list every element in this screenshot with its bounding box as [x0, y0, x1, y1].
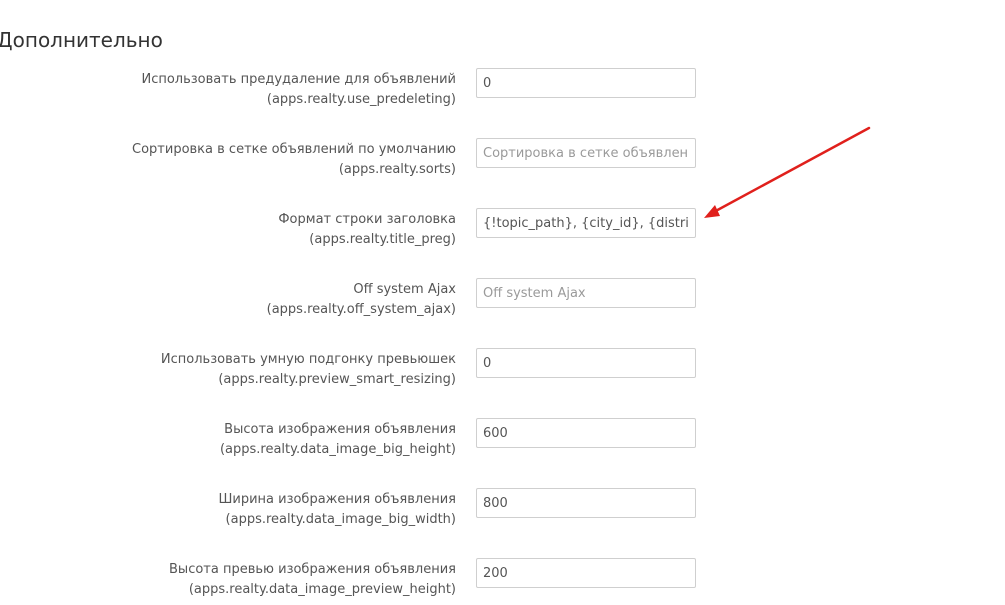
preview-smart-resizing-input[interactable] — [476, 348, 696, 378]
field-label: Использовать умную подгонку превьюшек (a… — [161, 350, 456, 390]
field-label: Off system Ajax (apps.realty.off_system_… — [267, 280, 456, 320]
field-key-text: (apps.realty.data_image_big_height) — [219, 442, 456, 457]
form-row-off-system-ajax: Off system Ajax (apps.realty.off_system_… — [0, 278, 1005, 322]
field-key-text: (apps.realty.use_predeleting) — [266, 92, 456, 107]
form-row-sorts: Сортировка в сетке объявлений по умолчан… — [0, 138, 1005, 182]
form-row-use-predeleting: Использовать предудаление для объявлений… — [0, 68, 1005, 112]
field-label-text: Высота превью изображения объявления — [169, 562, 456, 577]
field-label: Использовать предудаление для объявлений… — [141, 70, 456, 110]
field-label: Сортировка в сетке объявлений по умолчан… — [132, 140, 456, 180]
form-row-image-big-height: Высота изображения объявления (apps.real… — [0, 418, 1005, 462]
field-label-text: Использовать умную подгонку превьюшек — [160, 352, 456, 367]
image-preview-height-input[interactable] — [476, 558, 696, 588]
form-row-image-big-width: Ширина изображения объявления (apps.real… — [0, 488, 1005, 532]
form-row-title-preg: Формат строки заголовка (apps.realty.tit… — [0, 208, 1005, 252]
field-label: Формат строки заголовка (apps.realty.tit… — [278, 210, 456, 250]
field-label: Ширина изображения объявления (apps.real… — [218, 490, 456, 530]
use-predeleting-input[interactable] — [476, 68, 696, 98]
field-key-text: (apps.realty.off_system_ajax) — [266, 302, 456, 317]
form-row-image-preview-height: Высота превью изображения объявления (ap… — [0, 558, 1005, 602]
field-label-text: Сортировка в сетке объявлений по умолчан… — [132, 142, 456, 157]
off-system-ajax-input[interactable] — [476, 278, 696, 308]
field-key-text: (apps.realty.data_image_big_width) — [225, 512, 456, 527]
field-label-text: Формат строки заголовка — [278, 212, 456, 227]
field-label: Высота превью изображения объявления (ap… — [169, 560, 456, 600]
form-row-preview-smart-resizing: Использовать умную подгонку превьюшек (a… — [0, 348, 1005, 392]
field-key-text: (apps.realty.sorts) — [338, 162, 456, 177]
image-big-height-input[interactable] — [476, 418, 696, 448]
field-label-text: Off system Ajax — [353, 282, 456, 297]
field-key-text: (apps.realty.title_preg) — [309, 232, 456, 247]
field-label: Высота изображения объявления (apps.real… — [220, 420, 456, 460]
field-label-text: Ширина изображения объявления — [218, 492, 456, 507]
field-label-text: Высота изображения объявления — [224, 422, 456, 437]
field-label-text: Использовать предудаление для объявлений — [141, 72, 456, 87]
sorts-input[interactable] — [476, 138, 696, 168]
title-preg-input[interactable] — [476, 208, 696, 238]
field-key-text: (apps.realty.preview_smart_resizing) — [218, 372, 456, 387]
field-key-text: (apps.realty.data_image_preview_height) — [188, 582, 456, 597]
section-title: Дополнительно — [0, 28, 163, 52]
image-big-width-input[interactable] — [476, 488, 696, 518]
